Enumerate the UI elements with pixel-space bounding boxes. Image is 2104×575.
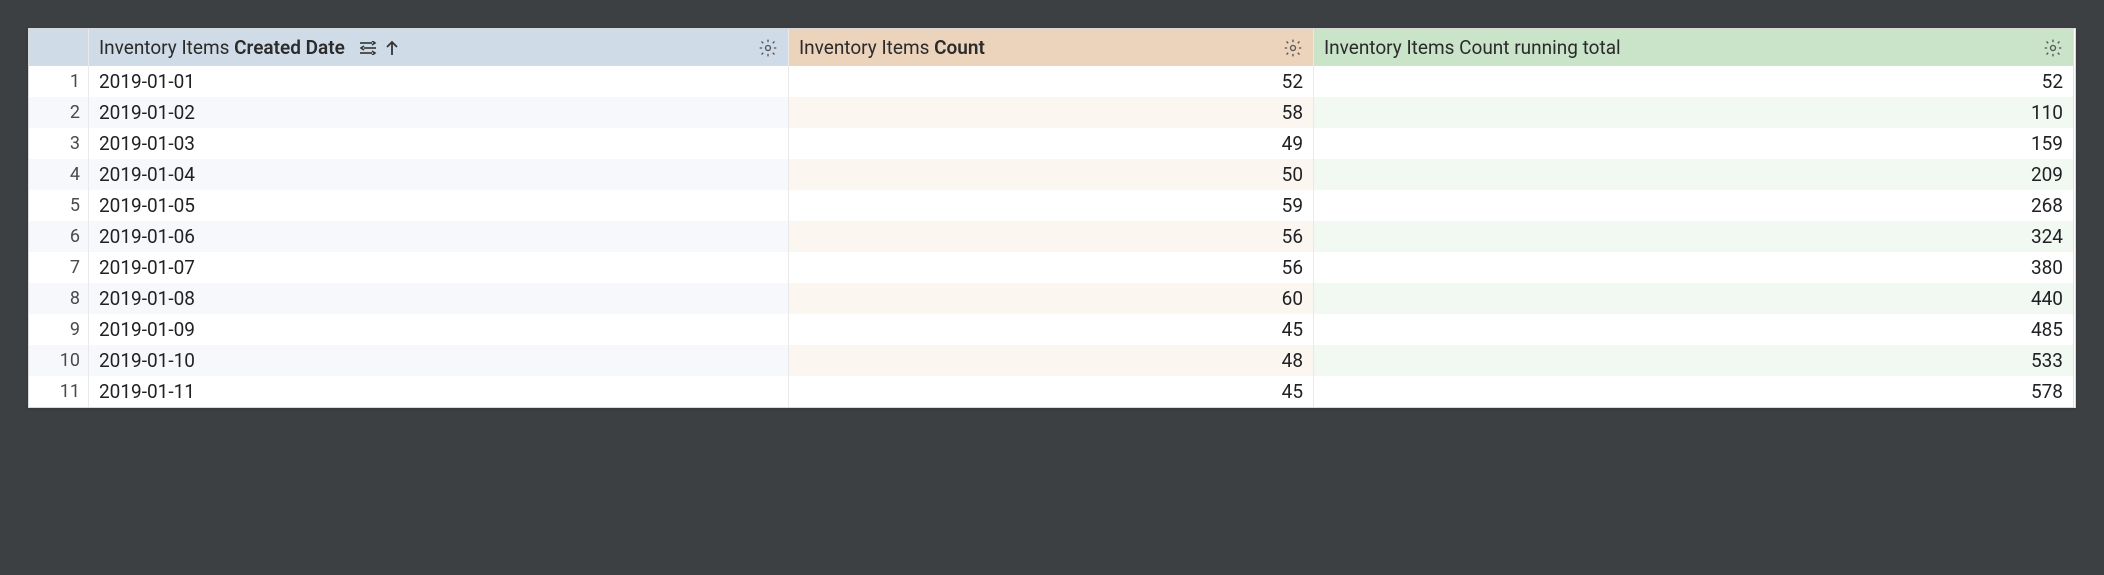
cell-running-total[interactable]: 485 (1314, 314, 2074, 345)
row-number: 4 (29, 159, 89, 190)
cell-created-date[interactable]: 2019-01-11 (89, 376, 789, 407)
cell-running-total[interactable]: 324 (1314, 221, 2074, 252)
cell-count[interactable]: 60 (789, 283, 1314, 314)
table-row[interactable]: 62019-01-0656324 (29, 221, 2075, 252)
row-number: 2 (29, 97, 89, 128)
column-header-running-total[interactable]: Inventory Items Count running total (1314, 29, 2074, 66)
sort-ascending-icon[interactable] (385, 40, 399, 56)
row-number: 6 (29, 221, 89, 252)
cell-created-date[interactable]: 2019-01-05 (89, 190, 789, 221)
table-row[interactable]: 72019-01-0756380 (29, 252, 2075, 283)
cell-created-date[interactable]: 2019-01-03 (89, 128, 789, 159)
column-header-label: Inventory Items Created Date (99, 36, 345, 59)
cell-count[interactable]: 49 (789, 128, 1314, 159)
data-table: Inventory Items Created Date (28, 28, 2076, 408)
cell-running-total[interactable]: 380 (1314, 252, 2074, 283)
table-row[interactable]: 42019-01-0450209 (29, 159, 2075, 190)
column-header-count[interactable]: Inventory Items Count (789, 29, 1314, 66)
cell-count[interactable]: 45 (789, 314, 1314, 345)
row-number-header (29, 29, 89, 66)
cell-count[interactable]: 52 (789, 66, 1314, 97)
cell-running-total[interactable]: 578 (1314, 376, 2074, 407)
table-row[interactable]: 82019-01-0860440 (29, 283, 2075, 314)
cell-count[interactable]: 45 (789, 376, 1314, 407)
table-row[interactable]: 32019-01-0349159 (29, 128, 2075, 159)
row-number: 8 (29, 283, 89, 314)
cell-created-date[interactable]: 2019-01-01 (89, 66, 789, 97)
cell-running-total[interactable]: 209 (1314, 159, 2074, 190)
cell-created-date[interactable]: 2019-01-07 (89, 252, 789, 283)
row-number: 11 (29, 376, 89, 407)
row-number: 9 (29, 314, 89, 345)
table-row[interactable]: 112019-01-1145578 (29, 376, 2075, 407)
gear-icon[interactable] (758, 38, 778, 58)
table-row[interactable]: 92019-01-0945485 (29, 314, 2075, 345)
cell-count[interactable]: 59 (789, 190, 1314, 221)
cell-running-total[interactable]: 440 (1314, 283, 2074, 314)
gear-icon[interactable] (2043, 38, 2063, 58)
cell-count[interactable]: 56 (789, 221, 1314, 252)
row-number: 10 (29, 345, 89, 376)
column-header-created-date[interactable]: Inventory Items Created Date (89, 29, 789, 66)
row-number: 3 (29, 128, 89, 159)
cell-created-date[interactable]: 2019-01-06 (89, 221, 789, 252)
row-number: 1 (29, 66, 89, 97)
row-number: 5 (29, 190, 89, 221)
table-row[interactable]: 102019-01-1048533 (29, 345, 2075, 376)
gear-icon[interactable] (1283, 38, 1303, 58)
cell-created-date[interactable]: 2019-01-04 (89, 159, 789, 190)
column-header-label: Inventory Items Count (799, 36, 985, 59)
cell-running-total[interactable]: 159 (1314, 128, 2074, 159)
cell-running-total[interactable]: 533 (1314, 345, 2074, 376)
cell-created-date[interactable]: 2019-01-02 (89, 97, 789, 128)
cell-count[interactable]: 58 (789, 97, 1314, 128)
cell-count[interactable]: 48 (789, 345, 1314, 376)
table-row[interactable]: 22019-01-0258110 (29, 97, 2075, 128)
table-body: 12019-01-01525222019-01-025811032019-01-… (29, 66, 2075, 407)
cell-running-total[interactable]: 268 (1314, 190, 2074, 221)
cell-running-total[interactable]: 52 (1314, 66, 2074, 97)
row-number: 7 (29, 252, 89, 283)
table-row[interactable]: 52019-01-0559268 (29, 190, 2075, 221)
cell-created-date[interactable]: 2019-01-09 (89, 314, 789, 345)
column-header-label: Inventory Items Count running total (1324, 36, 1621, 59)
pivot-icon (359, 41, 377, 55)
cell-running-total[interactable]: 110 (1314, 97, 2074, 128)
cell-created-date[interactable]: 2019-01-08 (89, 283, 789, 314)
cell-count[interactable]: 56 (789, 252, 1314, 283)
cell-count[interactable]: 50 (789, 159, 1314, 190)
table-row[interactable]: 12019-01-015252 (29, 66, 2075, 97)
cell-created-date[interactable]: 2019-01-10 (89, 345, 789, 376)
table-header-row: Inventory Items Created Date (29, 29, 2075, 66)
